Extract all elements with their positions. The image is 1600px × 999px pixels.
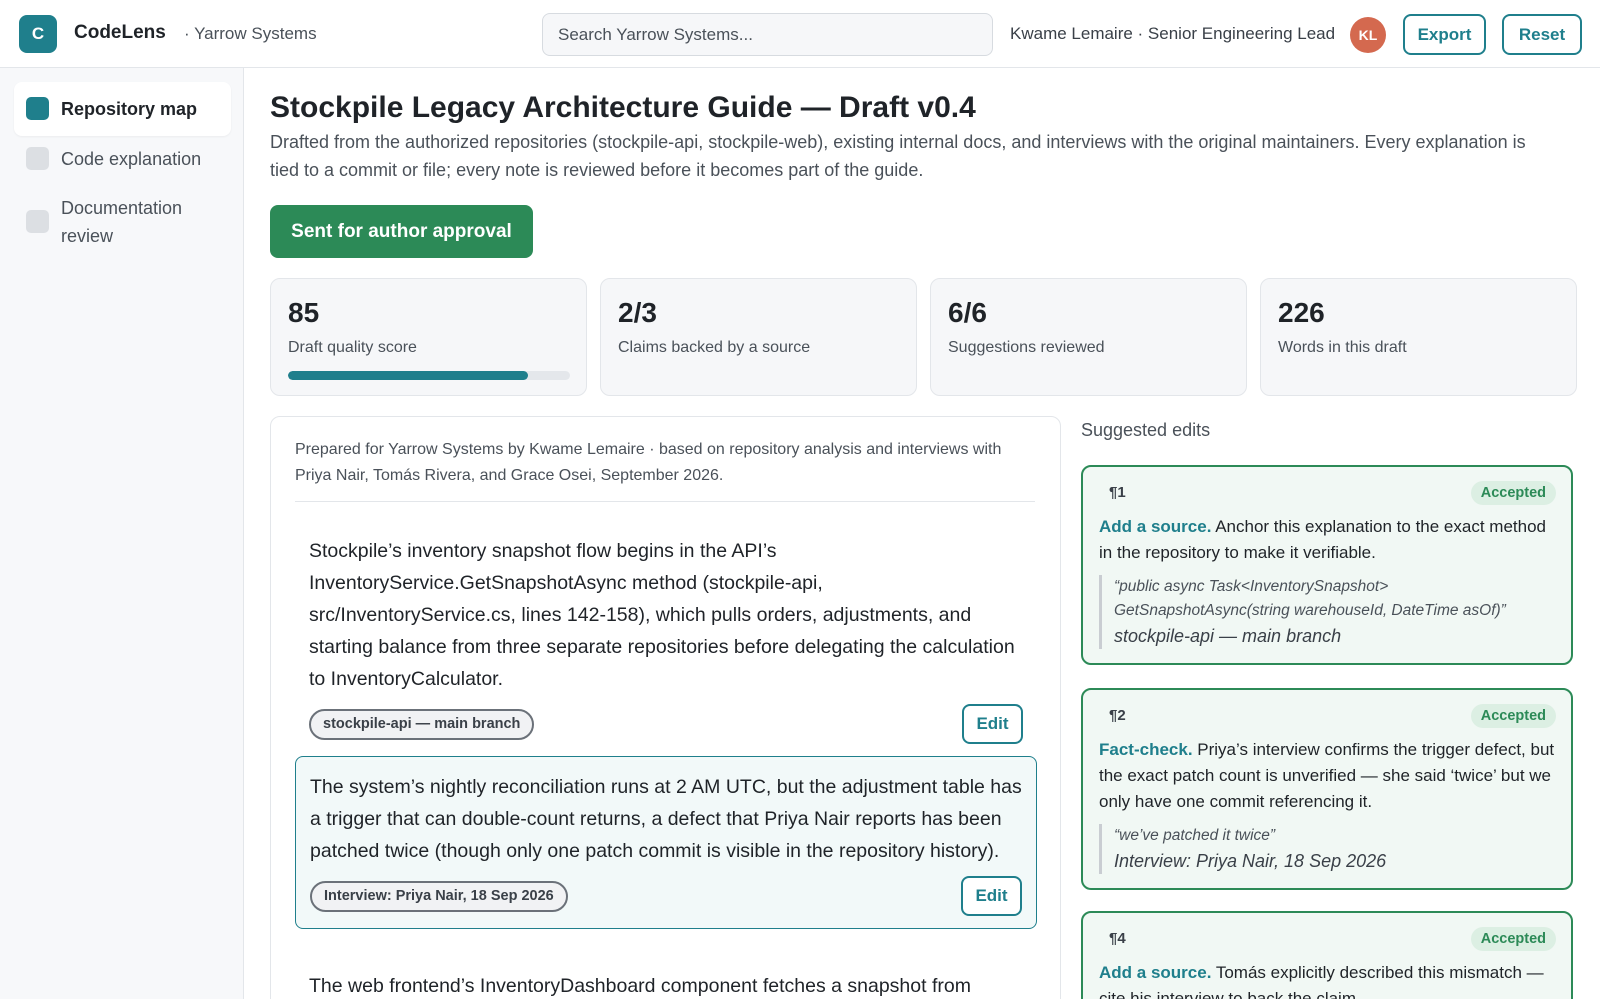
user-name-role: Kwame Lemaire · Senior Engineering Lead — [1010, 24, 1336, 43]
edit-button[interactable]: Edit — [961, 876, 1022, 916]
status-badge: Accepted — [1470, 481, 1556, 505]
reset-button[interactable]: Reset — [1502, 14, 1582, 55]
suggestion-kind: Fact-check. — [1099, 740, 1193, 759]
avatar[interactable]: KL — [1350, 17, 1386, 53]
suggestion-body: Add a source. Tomás explicitly described… — [1099, 960, 1556, 999]
sidebar-item-label: Repository map — [61, 99, 198, 119]
suggestion-body: Add a source. Anchor this explanation to… — [1099, 514, 1556, 566]
quality-progress-fill — [288, 371, 528, 380]
suggestion-body: Fact-check. Priya’s interview confirms t… — [1099, 737, 1556, 815]
suggestions-heading: Suggested edits — [1081, 420, 1211, 440]
stat-card-quality: 85 Draft quality score — [270, 278, 587, 396]
sidebar: Repository map Code explanation Document… — [0, 68, 244, 999]
paragraph-text: The system’s nightly reconciliation runs… — [310, 776, 1022, 862]
document-card: Prepared for Yarrow Systems by Kwame Lem… — [270, 416, 1061, 999]
quote-source: Interview: Priya Nair, 18 Sep 2026 — [1114, 851, 1387, 871]
export-button[interactable]: Export — [1403, 14, 1486, 55]
stat-label: Draft quality score — [288, 339, 417, 356]
suggestion-quote: “public async Task<InventorySnapshot> Ge… — [1099, 575, 1556, 649]
stat-label: Suggestions reviewed — [948, 339, 1105, 356]
sidebar-item-repository-map[interactable]: Repository map — [14, 82, 231, 136]
suggestion-card[interactable]: ¶1 Accepted Add a source. Anchor this ex… — [1081, 465, 1573, 665]
suggestion-kind: Add a source. — [1099, 963, 1212, 982]
stat-card-suggestions: 6/6 Suggestions reviewed — [930, 278, 1247, 396]
app-name: CodeLens — [74, 22, 166, 43]
sidebar-item-icon — [26, 210, 49, 233]
edit-button[interactable]: Edit — [962, 704, 1023, 744]
status-button[interactable]: Sent for author approval — [270, 205, 533, 258]
main-content: Stockpile Legacy Architecture Guide — Dr… — [245, 68, 1600, 999]
paragraph-1[interactable]: Stockpile’s inventory snapshot flow begi… — [295, 521, 1037, 756]
paragraph-footer: stockpile-api — main branch Edit — [309, 704, 1023, 744]
paragraph-3[interactable]: The web frontend’s InventoryDashboard co… — [295, 956, 1037, 999]
page-subtitle: Drafted from the authorized repositories… — [270, 132, 1526, 180]
suggestion-card[interactable]: ¶2 Accepted Fact-check. Priya’s intervie… — [1081, 688, 1573, 890]
status-badge: Accepted — [1470, 927, 1556, 951]
sidebar-item-documentation-review[interactable]: Documentation review — [14, 181, 231, 263]
status-badge: Accepted — [1470, 704, 1556, 728]
source-chip[interactable]: stockpile-api — main branch — [309, 709, 535, 740]
top-bar: C CodeLens · Yarrow Systems Kwame Lemair… — [0, 0, 1600, 68]
paragraph-text: Stockpile’s inventory snapshot flow begi… — [309, 540, 1015, 690]
sidebar-item-label: Documentation review — [61, 198, 183, 246]
org-name: · Yarrow Systems — [184, 24, 317, 43]
page-title: Stockpile Legacy Architecture Guide — Dr… — [270, 91, 976, 124]
suggestion-kind: Add a source. — [1099, 517, 1212, 536]
stat-value: 6/6 — [948, 297, 987, 328]
sidebar-item-code-explanation[interactable]: Code explanation — [14, 132, 231, 186]
quote-text: “public async Task<InventorySnapshot> Ge… — [1114, 578, 1506, 619]
sidebar-item-icon — [26, 97, 49, 120]
suggestion-card[interactable]: ¶4 Accepted Add a source. Tomás explicit… — [1081, 911, 1573, 999]
sidebar-item-icon — [26, 147, 49, 170]
suggestion-paragraph-ref: ¶1 — [1109, 484, 1126, 501]
app-logo[interactable]: C — [19, 15, 57, 53]
stat-value: 226 — [1278, 297, 1325, 328]
paragraph-footer: Interview: Priya Nair, 18 Sep 2026 Edit — [310, 876, 1022, 916]
paragraph-2[interactable]: The system’s nightly reconciliation runs… — [295, 756, 1037, 929]
quote-source: stockpile-api — main branch — [1114, 626, 1342, 646]
suggestion-paragraph-ref: ¶4 — [1109, 930, 1126, 947]
paragraph-text: The web frontend’s InventoryDashboard co… — [309, 975, 971, 997]
stat-card-words: 226 Words in this draft — [1260, 278, 1577, 396]
quality-progress-bar — [288, 371, 570, 380]
search-input[interactable] — [542, 13, 993, 56]
stat-value: 2/3 — [618, 297, 657, 328]
document-meta: Prepared for Yarrow Systems by Kwame Lem… — [295, 437, 1035, 502]
quote-text: “we’ve patched it twice” — [1114, 827, 1276, 844]
source-chip[interactable]: Interview: Priya Nair, 18 Sep 2026 — [310, 881, 568, 912]
stat-label: Claims backed by a source — [618, 339, 811, 356]
suggestion-quote: “we’ve patched it twice” Interview: Priy… — [1099, 824, 1556, 874]
stat-card-claims: 2/3 Claims backed by a source — [600, 278, 917, 396]
sidebar-item-label: Code explanation — [61, 149, 202, 169]
stat-label: Words in this draft — [1278, 339, 1407, 356]
suggestion-paragraph-ref: ¶2 — [1109, 707, 1126, 724]
stat-value: 85 — [288, 297, 320, 328]
